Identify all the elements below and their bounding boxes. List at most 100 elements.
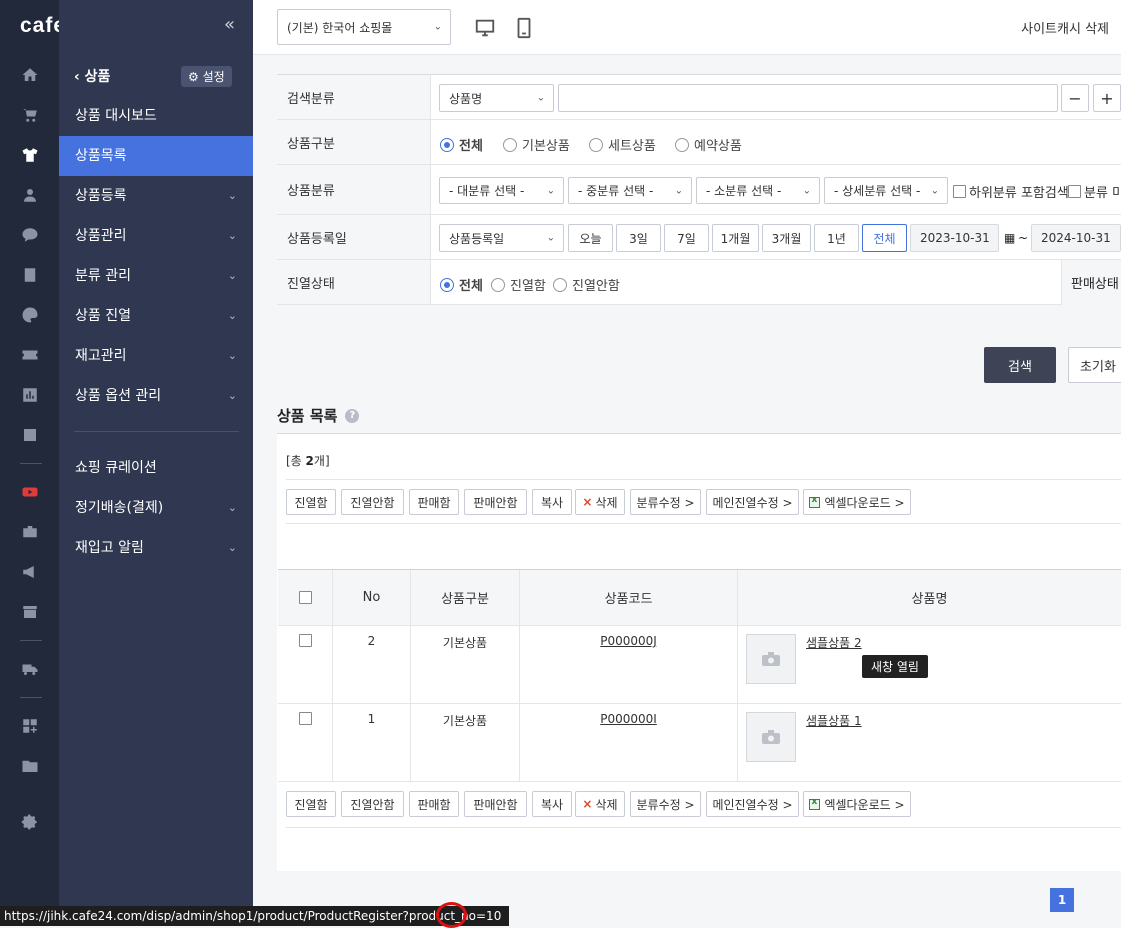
clear-cache-link[interactable]: 사이트캐시 삭제 <box>1021 18 1109 37</box>
document-icon[interactable] <box>0 255 59 295</box>
shop-select[interactable]: (기본) 한국어 쇼핑몰 ⌄ <box>277 9 451 45</box>
excel-download-button-bottom[interactable]: 엑셀다운로드 > <box>803 791 911 817</box>
date-to-input[interactable]: 2024-10-31 <box>1031 224 1121 252</box>
remove-row-button[interactable]: − <box>1061 84 1089 112</box>
page-1-button[interactable]: 1 <box>1050 888 1074 912</box>
chevron-down-icon: ⌄ <box>227 389 237 402</box>
radio-type-basic[interactable]: 기본상품 <box>503 135 570 154</box>
search-input[interactable] <box>558 84 1058 112</box>
cart-icon[interactable] <box>0 95 59 135</box>
menu-item-options[interactable]: 상품 옵션 관리 ⌄ <box>59 376 253 416</box>
date-1month-button[interactable]: 1개월 <box>712 224 759 252</box>
menu-item-subscription[interactable]: 정기배송(결제) ⌄ <box>59 488 253 528</box>
folder-plus-icon[interactable] <box>0 746 59 786</box>
sale-off-button-bottom[interactable]: 판매안함 <box>464 791 527 817</box>
category1-select[interactable]: - 대분류 선택 - ⌄ <box>439 177 564 204</box>
radio-display-off[interactable]: 진열안함 <box>553 275 620 294</box>
copy-button[interactable]: 복사 <box>532 489 572 515</box>
product-code-link[interactable]: P000000J <box>600 634 657 703</box>
product-thumbnail[interactable] <box>746 712 796 762</box>
row-checkbox[interactable] <box>298 712 312 725</box>
briefcase-icon[interactable] <box>0 512 59 552</box>
category2-select[interactable]: - 중분류 선택 - ⌄ <box>568 177 692 204</box>
display-on-button-bottom[interactable]: 진열함 <box>286 791 336 817</box>
sale-off-button[interactable]: 판매안함 <box>464 489 527 515</box>
display-off-button-bottom[interactable]: 진열안함 <box>341 791 404 817</box>
product-thumbnail[interactable] <box>746 634 796 684</box>
excel-download-button[interactable]: 엑셀다운로드 > <box>803 489 911 515</box>
category4-select[interactable]: - 상세분류 선택 - ⌄ <box>824 177 948 204</box>
coupon-icon[interactable] <box>0 335 59 375</box>
product-code-link[interactable]: P000000I <box>600 712 657 781</box>
chevron-down-icon: ⌄ <box>227 229 237 242</box>
row-checkbox-cell <box>278 704 333 782</box>
chat-icon[interactable] <box>0 215 59 255</box>
date-type-select[interactable]: 상품등록일 ⌄ <box>439 224 564 252</box>
category3-select[interactable]: - 소분류 선택 - ⌄ <box>696 177 820 204</box>
menu-item-stock[interactable]: 재고관리 ⌄ <box>59 336 253 376</box>
sale-on-button[interactable]: 판매함 <box>409 489 459 515</box>
megaphone-icon[interactable] <box>0 552 59 592</box>
youtube-icon[interactable] <box>0 472 59 512</box>
home-icon[interactable] <box>0 55 59 95</box>
product-name-link[interactable]: 샘플상품 1 <box>806 712 862 729</box>
add-row-button[interactable]: + <box>1093 84 1121 112</box>
include-subcategory-checkbox[interactable]: 하위분류 포함검색 <box>953 182 1069 201</box>
menu-item-dashboard[interactable]: 상품 대시보드 <box>59 96 253 136</box>
search-button[interactable]: 검색 <box>984 347 1056 383</box>
radio-type-set[interactable]: 세트상품 <box>589 135 656 154</box>
edit-category-button-bottom[interactable]: 분류수정 > <box>630 791 701 817</box>
display-on-button[interactable]: 진열함 <box>286 489 336 515</box>
menu-back-link[interactable]: ‹ 상품 <box>74 66 110 86</box>
help-icon[interactable]: ? <box>345 408 360 423</box>
menu-item-product-list[interactable]: 상품목록 <box>59 136 253 176</box>
display-off-button[interactable]: 진열안함 <box>341 489 404 515</box>
chart-icon[interactable] <box>0 375 59 415</box>
menu-item-curation[interactable]: 쇼핑 큐레이션 <box>59 448 253 488</box>
menu-item-restock[interactable]: 재입고 알림 ⌄ <box>59 528 253 568</box>
no-category-checkbox[interactable]: 분류 미 <box>1068 182 1121 201</box>
date-today-button[interactable]: 오늘 <box>568 224 613 252</box>
sale-on-button-bottom[interactable]: 판매함 <box>409 791 459 817</box>
tshirt-icon[interactable] <box>0 135 59 175</box>
delete-button[interactable]: × 삭제 <box>575 489 625 515</box>
date-7days-button[interactable]: 7일 <box>664 224 709 252</box>
divider <box>286 479 1121 480</box>
menu-item-display[interactable]: 상품 진열 ⌄ <box>59 296 253 336</box>
radio-type-all[interactable]: 전체 <box>440 135 483 154</box>
menu-item-category[interactable]: 분류 관리 ⌄ <box>59 256 253 296</box>
mobile-icon[interactable] <box>513 17 535 39</box>
settings-button[interactable]: ⚙ 설정 <box>181 66 232 87</box>
desktop-icon[interactable] <box>474 17 496 39</box>
radio-display-all[interactable]: 전체 <box>440 275 483 294</box>
date-label: 상품등록일 <box>277 215 431 259</box>
truck-icon[interactable] <box>0 649 59 689</box>
search-field-select[interactable]: 상품명 ⌄ <box>439 84 554 112</box>
row-checkbox[interactable] <box>298 634 312 647</box>
radio-type-reserve[interactable]: 예약상품 <box>675 135 742 154</box>
gear-icon[interactable] <box>0 802 59 842</box>
collapse-sidebar-button[interactable]: « <box>224 14 235 35</box>
date-3days-button[interactable]: 3일 <box>616 224 661 252</box>
menu-item-product-manage[interactable]: 상품관리 ⌄ <box>59 216 253 256</box>
date-from-input[interactable]: 2023-10-31 <box>910 224 999 252</box>
edit-main-display-button-bottom[interactable]: 메인진열수정 > <box>706 791 799 817</box>
date-3months-button[interactable]: 3개월 <box>762 224 811 252</box>
copy-button-bottom[interactable]: 복사 <box>532 791 572 817</box>
app-icon[interactable] <box>0 415 59 455</box>
delete-button-bottom[interactable]: × 삭제 <box>575 791 625 817</box>
person-icon[interactable] <box>0 175 59 215</box>
store-plus-icon[interactable] <box>0 592 59 632</box>
date-all-button[interactable]: 전체 <box>862 224 907 252</box>
product-name-link[interactable]: 샘플상품 2 <box>806 634 862 651</box>
radio-display-on[interactable]: 진열함 <box>491 275 546 294</box>
edit-main-display-button[interactable]: 메인진열수정 > <box>706 489 799 515</box>
date-1year-button[interactable]: 1년 <box>814 224 859 252</box>
select-all-checkbox[interactable] <box>298 591 312 604</box>
reset-button[interactable]: 초기화 <box>1068 347 1121 383</box>
grid-plus-icon[interactable] <box>0 706 59 746</box>
edit-category-button[interactable]: 분류수정 > <box>630 489 701 515</box>
calendar-icon[interactable]: ▦ <box>1004 231 1015 245</box>
menu-item-product-register[interactable]: 상품등록 ⌄ <box>59 176 253 216</box>
palette-icon[interactable] <box>0 295 59 335</box>
